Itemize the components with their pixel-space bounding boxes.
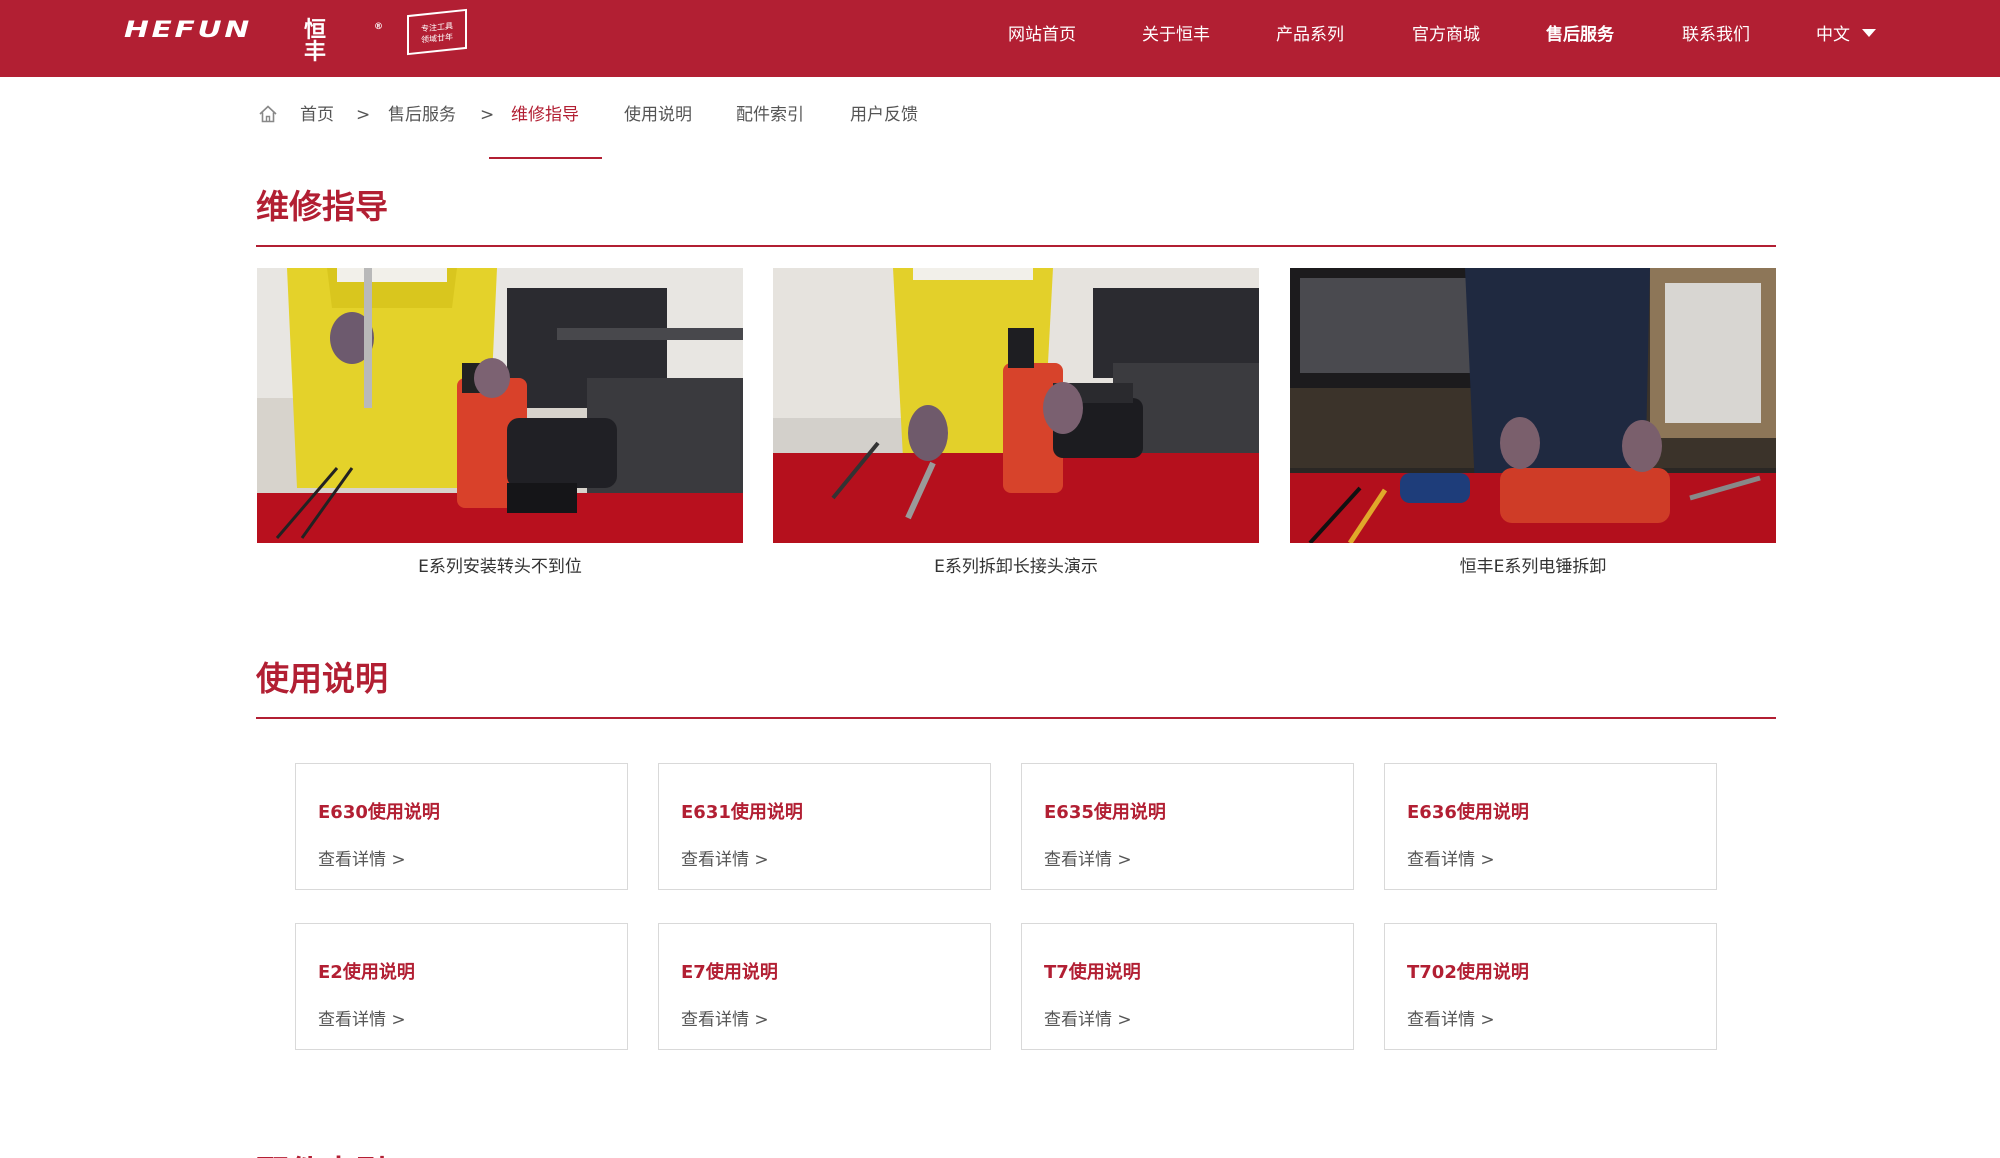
video-thumbnail[interactable] (257, 268, 743, 543)
view-details-link[interactable]: 查看详情 > (681, 1005, 769, 1030)
view-details-link[interactable]: 查看详情 > (318, 1005, 406, 1030)
breadcrumb-home[interactable]: 首页 (300, 103, 334, 127)
breadcrumb-separator: > (356, 105, 371, 125)
video-caption[interactable]: E系列安装转头不到位 (257, 555, 743, 579)
manual-card[interactable]: E631使用说明 查看详情 > (658, 763, 991, 890)
manual-card[interactable]: T702使用说明 查看详情 > (1384, 923, 1717, 1050)
video-thumbnail[interactable] (1290, 268, 1776, 543)
nav-contact[interactable]: 联系我们 (1682, 0, 1750, 77)
manual-card[interactable]: E636使用说明 查看详情 > (1384, 763, 1717, 890)
video-frame-extension-removal (773, 268, 1259, 543)
nav-shop[interactable]: 官方商城 (1412, 0, 1480, 77)
nav-after-sales[interactable]: 售后服务 (1546, 0, 1614, 77)
video-caption[interactable]: E系列拆卸长接头演示 (773, 555, 1259, 579)
tab-manuals[interactable]: 使用说明 (624, 103, 692, 127)
twenty-years-badge: 专注工具 领域廿年 (407, 8, 467, 56)
logo-text: HEFUN (124, 18, 252, 43)
video-frame-hammer-disassembly (1290, 268, 1776, 543)
brand-logo[interactable]: HEFUN 恒丰 ® (124, 20, 383, 64)
manuals-title: 使用说明 (256, 659, 388, 698)
parts-index-title: 配件索引 (256, 1146, 388, 1158)
active-tab-indicator (489, 157, 602, 159)
section-divider (256, 245, 1776, 247)
breadcrumb-separator: > (480, 105, 495, 125)
nav-products[interactable]: 产品系列 (1276, 0, 1344, 77)
manual-card[interactable]: E630使用说明 查看详情 > (295, 763, 628, 890)
manual-card-title: E630使用说明 (318, 802, 440, 823)
manual-card[interactable]: E7使用说明 查看详情 > (658, 923, 991, 1050)
logo-registered-mark: ® (374, 22, 385, 32)
repair-guide-title: 维修指导 (256, 187, 388, 226)
view-details-link[interactable]: 查看详情 > (1407, 845, 1495, 870)
video-thumbnail[interactable] (773, 268, 1259, 543)
manual-card-title: E2使用说明 (318, 962, 415, 983)
caret-down-icon (1862, 29, 1876, 37)
language-label: 中文 (1816, 25, 1850, 45)
manual-card-title: E631使用说明 (681, 802, 803, 823)
manual-card-title: T7使用说明 (1044, 962, 1141, 983)
section-divider (256, 717, 1776, 719)
video-caption[interactable]: 恒丰E系列电锤拆卸 (1290, 555, 1776, 579)
manual-card-title: E635使用说明 (1044, 802, 1166, 823)
tab-parts-index[interactable]: 配件索引 (736, 103, 804, 127)
manual-card-title: E636使用说明 (1407, 802, 1529, 823)
tab-user-feedback[interactable]: 用户反馈 (850, 103, 918, 127)
nav-home[interactable]: 网站首页 (1008, 0, 1076, 77)
manual-card-title: T702使用说明 (1407, 962, 1529, 983)
manual-card[interactable]: E635使用说明 查看详情 > (1021, 763, 1354, 890)
video-frame-drill-install (257, 268, 743, 543)
home-icon[interactable] (258, 104, 278, 124)
language-selector[interactable]: 中文 (1816, 0, 1876, 77)
manual-card[interactable]: T7使用说明 查看详情 > (1021, 923, 1354, 1050)
view-details-link[interactable]: 查看详情 > (1044, 845, 1132, 870)
manual-card[interactable]: E2使用说明 查看详情 > (295, 923, 628, 1050)
view-details-link[interactable]: 查看详情 > (681, 845, 769, 870)
breadcrumb-after-sales[interactable]: 售后服务 (388, 103, 456, 127)
view-details-link[interactable]: 查看详情 > (1044, 1005, 1132, 1030)
nav-about[interactable]: 关于恒丰 (1142, 0, 1210, 77)
tab-repair-guide[interactable]: 维修指导 (511, 103, 579, 127)
site-header: HEFUN 恒丰 ® 专注工具 领域廿年 网站首页 关于恒丰 产品系列 官方商城… (0, 0, 2000, 77)
view-details-link[interactable]: 查看详情 > (1407, 1005, 1495, 1030)
logo-cn: 恒丰 (304, 18, 327, 65)
view-details-link[interactable]: 查看详情 > (318, 845, 406, 870)
manual-card-title: E7使用说明 (681, 962, 778, 983)
